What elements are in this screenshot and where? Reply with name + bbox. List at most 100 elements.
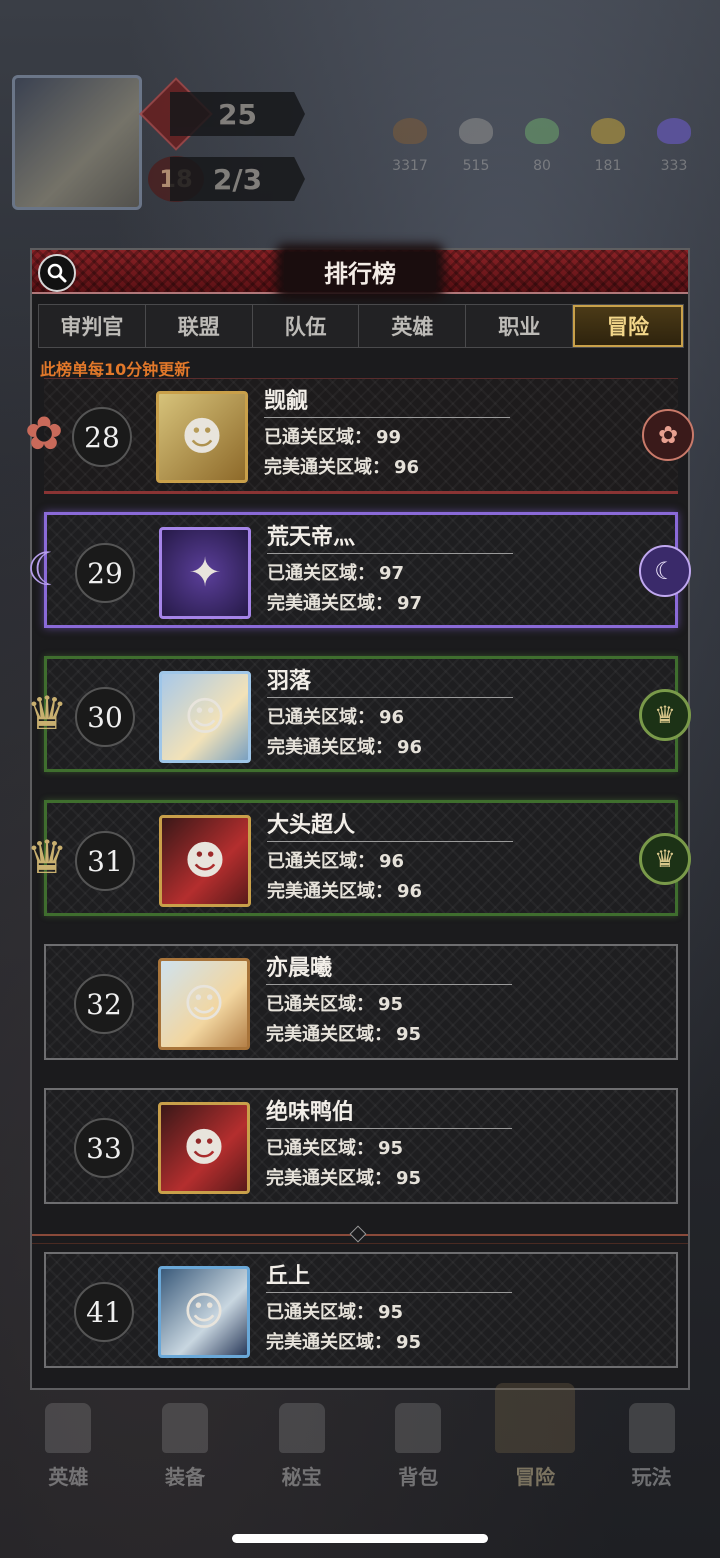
resource-ore: 3317	[384, 118, 436, 174]
crown-badge-icon: ♛	[639, 833, 691, 885]
player-portrait[interactable]: ☺	[158, 958, 250, 1050]
cleared-value: 99	[376, 427, 402, 448]
resource-gold: 181	[582, 118, 634, 174]
player-name: 丘上	[266, 1264, 311, 1289]
player-name: 觊觎	[264, 389, 309, 414]
perfect-value: 96	[397, 737, 423, 758]
cleared-value: 97	[379, 563, 405, 584]
player-portrait[interactable]: ✦	[159, 527, 251, 619]
name-underline	[266, 1128, 512, 1129]
name-underline	[267, 697, 513, 698]
cleared-label: 已通关区域：	[267, 707, 375, 728]
cleared-label: 已通关区域：	[266, 994, 374, 1015]
nav-label: 英雄	[48, 1465, 89, 1489]
tab-alliance[interactable]: 联盟	[146, 305, 253, 347]
player-portrait[interactable]: ☺	[158, 1266, 250, 1358]
self-rank-divider	[32, 1225, 688, 1244]
cleared-label: 已通关区域：	[267, 851, 375, 872]
rank-number: 33	[74, 1118, 134, 1178]
player-name: 大头超人	[267, 813, 356, 838]
perfect-label: 完美通关区域：	[266, 1332, 392, 1353]
name-underline	[267, 553, 513, 554]
energy-value: 25	[218, 97, 257, 131]
perfect-value: 96	[394, 457, 420, 478]
gem-icon	[657, 118, 691, 144]
player-name: 亦晨曦	[266, 956, 333, 981]
panel-title: 排行榜	[284, 251, 436, 291]
cleared-value: 95	[378, 1302, 404, 1323]
cleared-stat: 已通关区域： 95	[266, 1298, 403, 1324]
perfect-stat: 完美通关区域： 97	[267, 589, 422, 615]
leaderboard-row[interactable]: 32 ☺ 亦晨曦 已通关区域： 95 完美通关区域： 95	[44, 944, 678, 1060]
resource-value: 181	[594, 158, 622, 174]
tab-judge[interactable]: 审判官	[39, 305, 146, 347]
rank-number: 30	[75, 687, 135, 747]
perfect-value: 95	[396, 1168, 422, 1189]
perfect-value: 96	[397, 881, 423, 902]
player-portrait[interactable]: ☻	[156, 391, 248, 483]
ore-icon	[393, 118, 427, 144]
player-portrait[interactable]: ☺	[159, 671, 251, 763]
player-name: 绝味鸭伯	[266, 1100, 355, 1125]
tab-team[interactable]: 队伍	[253, 305, 360, 347]
leaderboard-row[interactable]: ✿ 28 ☻ 觊觎 已通关区域： 99 完美通关区域： 96 ✿	[25, 378, 694, 494]
tab-hero[interactable]: 英雄	[359, 305, 467, 347]
divider-diamond-icon	[349, 1225, 367, 1243]
perfect-value: 95	[396, 1024, 422, 1045]
leaderboard-row[interactable]: ♛ 30 ☺ 羽落 已通关区域： 96 完美通关区域： 96 ♛	[26, 656, 691, 772]
player-portrait[interactable]: ☻	[159, 815, 251, 907]
nav-label: 玩法	[631, 1465, 672, 1489]
nav-treasure[interactable]: 秘宝	[257, 1403, 347, 1490]
resource-gem: 333	[648, 118, 700, 174]
rank-number: 41	[74, 1282, 134, 1342]
cleared-label: 已通关区域：	[264, 427, 372, 448]
perfect-stat: 完美通关区域： 95	[266, 1164, 421, 1190]
home-indicator[interactable]	[232, 1534, 488, 1543]
energy-counter: 25	[170, 92, 305, 136]
player-name: 羽落	[267, 669, 312, 694]
tab-class[interactable]: 职业	[466, 305, 574, 347]
treasure-icon	[278, 1403, 325, 1453]
player-avatar[interactable]	[12, 75, 142, 210]
player-portrait[interactable]: ☻	[158, 1102, 250, 1194]
nav-equipment[interactable]: 装备	[140, 1403, 230, 1490]
resource-value: 80	[533, 158, 551, 174]
player-name: 荒天帝灬	[267, 525, 356, 550]
moon-badge-icon: ☾	[639, 545, 691, 597]
resource-value: 3317	[392, 158, 428, 174]
perfect-stat: 完美通关区域： 96	[267, 877, 422, 903]
crown-badge-icon: ♛	[639, 689, 691, 741]
cleared-stat: 已通关区域： 97	[267, 559, 404, 585]
search-button[interactable]	[38, 254, 76, 292]
self-rank-row[interactable]: 41 ☺ 丘上 已通关区域： 95 完美通关区域： 95	[44, 1252, 678, 1368]
cleared-label: 已通关区域：	[266, 1302, 374, 1323]
cleared-stat: 已通关区域： 99	[264, 423, 401, 449]
leaderboard-row[interactable]: 33 ☻ 绝味鸭伯 已通关区域： 95 完美通关区域： 95	[44, 1088, 678, 1204]
perfect-value: 97	[397, 593, 423, 614]
perfect-label: 完美通关区域：	[267, 881, 393, 902]
nav-label: 装备	[164, 1465, 205, 1489]
perfect-stat: 完美通关区域： 96	[264, 453, 419, 479]
progress-value: 2/3	[212, 162, 263, 196]
cleared-value: 96	[379, 707, 405, 728]
perfect-stat: 完美通关区域： 96	[267, 733, 422, 759]
bag-icon	[395, 1403, 442, 1453]
leaderboard-tabs: 审判官 联盟 队伍 英雄 职业 冒险	[38, 304, 684, 348]
nav-adventure[interactable]: 冒险	[490, 1383, 580, 1490]
perfect-label: 完美通关区域：	[266, 1168, 392, 1189]
resource-crystal: 80	[516, 118, 568, 174]
tab-adventure[interactable]: 冒险	[573, 305, 683, 347]
nav-hero[interactable]: 英雄	[23, 1403, 113, 1490]
cleared-stat: 已通关区域： 96	[267, 847, 404, 873]
perfect-value: 95	[396, 1332, 422, 1353]
leaderboard-row[interactable]: ♛ 31 ☻ 大头超人 已通关区域： 96 完美通关区域： 96 ♛	[26, 800, 691, 916]
rank-number: 32	[74, 974, 134, 1034]
leaderboard-row[interactable]: ☾ 29 ✦ 荒天帝灬 已通关区域： 97 完美通关区域： 97 ☾	[26, 512, 691, 628]
cleared-stat: 已通关区域： 95	[266, 990, 403, 1016]
rank-number: 29	[75, 543, 135, 603]
crossed-swords-icon	[494, 1383, 575, 1453]
nav-gameplay[interactable]: 玩法	[607, 1403, 697, 1490]
nav-bag[interactable]: 背包	[373, 1403, 463, 1490]
equipment-icon	[161, 1403, 208, 1453]
resource-stone: 515	[450, 118, 502, 174]
